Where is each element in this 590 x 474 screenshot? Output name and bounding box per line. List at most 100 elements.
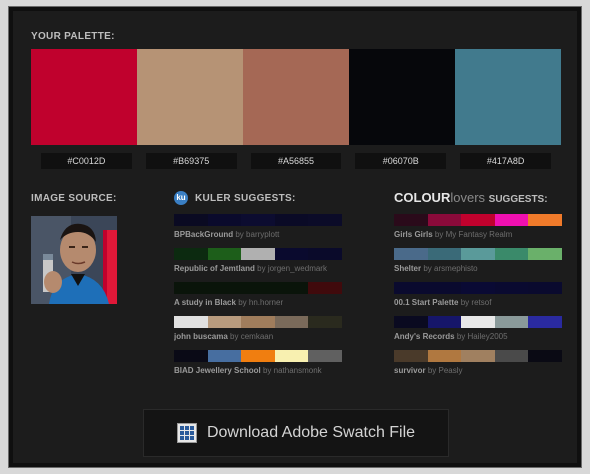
suggestion-author[interactable]: Hailey2005 <box>468 332 508 341</box>
suggestion-caption: Andy's Records by Hailey2005 <box>394 332 562 341</box>
palette-strip[interactable] <box>174 214 342 226</box>
suggestion-caption: Republic of Jemtland by jorgen_wedmark <box>174 264 342 273</box>
suggestion-name[interactable]: BPBackGround <box>174 230 233 239</box>
suggestion-author[interactable]: arsmephisto <box>434 264 478 273</box>
strip-swatch <box>427 350 462 362</box>
strip-swatch <box>394 350 428 362</box>
suggestion-author[interactable]: hn.horner <box>249 298 283 307</box>
suggestion-name[interactable]: A study in Black <box>174 298 236 307</box>
strip-swatch <box>174 350 208 362</box>
strip-swatch <box>274 248 309 260</box>
suggestion-by: by <box>423 264 432 273</box>
strip-swatch <box>207 282 242 294</box>
suggestion-caption: BIAD Jewellery School by nathansmonk <box>174 366 342 375</box>
kuler-suggestion[interactable]: BPBackGround by barryplott <box>174 214 342 248</box>
hex-code: #B69375 <box>145 153 237 169</box>
source-image-portrait <box>31 216 117 304</box>
suggestion-author[interactable]: cemkaan <box>241 332 273 341</box>
suggestion-author[interactable]: My Fantasy Realm <box>446 230 513 239</box>
hex-code: #06070B <box>355 153 447 169</box>
strip-swatch <box>528 248 562 260</box>
palette-strip[interactable] <box>174 282 342 294</box>
strip-swatch <box>427 316 462 328</box>
hex-code: #A56855 <box>250 153 342 169</box>
colourlovers-suggestion[interactable]: Girls Girls by My Fantasy Realm <box>394 214 562 248</box>
palette-swatch-2[interactable] <box>137 49 243 145</box>
strip-swatch <box>461 248 495 260</box>
source-image <box>31 216 117 304</box>
suggestion-name[interactable]: Shelter <box>394 264 421 273</box>
strip-swatch <box>207 316 242 328</box>
colourlovers-suggestion[interactable]: Shelter by arsmephisto <box>394 248 562 282</box>
suggestion-name[interactable]: survivor <box>394 366 426 375</box>
strip-swatch <box>528 316 562 328</box>
strip-swatch <box>494 214 529 226</box>
strip-swatch <box>207 248 242 260</box>
strip-swatch <box>274 214 309 226</box>
palette-swatch-4[interactable] <box>349 49 455 145</box>
colourlovers-heading: COLOURlovers SUGGESTS: <box>394 190 548 205</box>
palette-swatch-5[interactable] <box>455 49 561 145</box>
suggestion-name[interactable]: Girls Girls <box>394 230 433 239</box>
suggestion-name[interactable]: 00.1 Start Palette <box>394 298 458 307</box>
suggestion-caption: BPBackGround by barryplott <box>174 230 342 239</box>
strip-swatch <box>241 248 275 260</box>
palette-swatch-1[interactable] <box>31 49 137 145</box>
suggestion-name[interactable]: BIAD Jewellery School <box>174 366 261 375</box>
palette-strip[interactable] <box>394 248 562 260</box>
suggestion-by: by <box>257 264 266 273</box>
kuler-suggestion[interactable]: Republic of Jemtland by jorgen_wedmark <box>174 248 342 282</box>
palette-strip[interactable] <box>174 248 342 260</box>
palette-strip[interactable] <box>394 282 562 294</box>
suggestion-caption: Girls Girls by My Fantasy Realm <box>394 230 562 239</box>
strip-swatch <box>174 282 208 294</box>
suggestion-by: by <box>434 230 444 239</box>
palette-strip[interactable] <box>394 214 562 226</box>
suggestion-author[interactable]: retsof <box>471 298 491 307</box>
strip-swatch <box>308 248 342 260</box>
download-swatch-button[interactable]: Download Adobe Swatch File <box>143 409 449 457</box>
strip-swatch <box>207 350 242 362</box>
suggestion-name[interactable]: Andy's Records <box>394 332 455 341</box>
kuler-suggestion[interactable]: BIAD Jewellery School by nathansmonk <box>174 350 342 384</box>
kuler-suggestion[interactable]: john buscama by cemkaan <box>174 316 342 350</box>
suggestion-author[interactable]: Peasly <box>439 366 463 375</box>
colourlovers-suggestion[interactable]: 00.1 Start Palette by retsof <box>394 282 562 316</box>
hex-code: #C0012D <box>41 153 132 169</box>
suggestion-caption: Shelter by arsmephisto <box>394 264 562 273</box>
strip-swatch <box>528 350 562 362</box>
colourlovers-suggestion[interactable]: survivor by Peasly <box>394 350 562 384</box>
palette-strip[interactable] <box>394 350 562 362</box>
suggestion-by: by <box>238 298 247 307</box>
palette-swatches <box>31 49 561 145</box>
strip-swatch <box>241 282 275 294</box>
kuler-suggestion[interactable]: A study in Black by hn.horner <box>174 282 342 316</box>
suggestion-name[interactable]: Republic of Jemtland <box>174 264 255 273</box>
strip-swatch <box>174 316 208 328</box>
strip-swatch <box>394 214 428 226</box>
suggestion-name[interactable]: john buscama <box>174 332 228 341</box>
suggestion-author[interactable]: barryplott <box>246 230 279 239</box>
strip-swatch <box>427 214 462 226</box>
palette-strip[interactable] <box>174 316 342 328</box>
suggestion-by: by <box>262 366 272 375</box>
palette-swatch-3[interactable] <box>243 49 349 145</box>
strip-swatch <box>427 282 462 294</box>
image-source-heading: IMAGE SOURCE: <box>31 193 117 204</box>
strip-swatch <box>274 316 309 328</box>
strip-swatch <box>461 214 495 226</box>
strip-swatch <box>274 350 309 362</box>
strip-swatch <box>494 282 529 294</box>
suggestion-author[interactable]: nathansmonk <box>274 366 322 375</box>
palette-strip[interactable] <box>394 316 562 328</box>
colourlovers-brand-light: lovers <box>450 190 486 205</box>
swatch-file-icon <box>176 423 197 443</box>
colourlovers-suggestion[interactable]: Andy's Records by Hailey2005 <box>394 316 562 350</box>
suggestion-caption: A study in Black by hn.horner <box>174 298 342 307</box>
suggestion-caption: john buscama by cemkaan <box>174 332 342 341</box>
suggestion-by: by <box>456 332 466 341</box>
strip-swatch <box>461 282 495 294</box>
suggestion-author[interactable]: jorgen_wedmark <box>268 264 327 273</box>
strip-swatch <box>494 350 529 362</box>
palette-strip[interactable] <box>174 350 342 362</box>
